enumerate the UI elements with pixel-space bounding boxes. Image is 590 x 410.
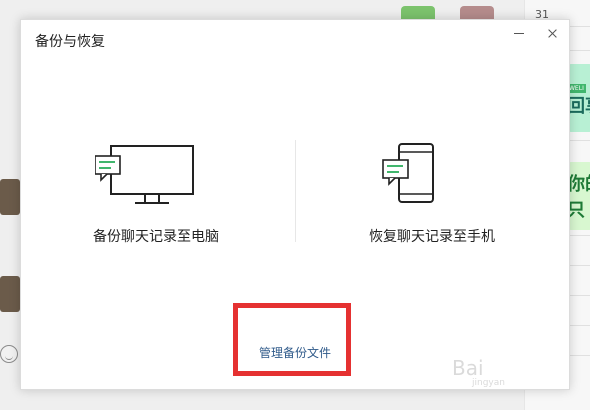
backup-to-computer-button[interactable]: 备份聊天记录至电脑 — [21, 120, 291, 260]
screen: 31 WELI 回享 你的 只 备份与恢复 — [0, 0, 590, 410]
chat-thumbnail[interactable] — [0, 276, 20, 312]
promo-text: 回享 — [567, 96, 590, 117]
restore-option-label: 恢复聊天记录至手机 — [369, 229, 495, 245]
divider — [295, 140, 296, 242]
emoji-icon[interactable] — [0, 345, 18, 363]
annotation-highlight-box — [233, 303, 351, 376]
dialog-title: 备份与恢复 — [35, 34, 105, 50]
close-icon[interactable] — [543, 24, 563, 44]
promo-banner[interactable]: 你的 只 — [567, 162, 590, 230]
monitor-chat-icon — [95, 145, 194, 204]
manage-backup-files-link[interactable]: 管理备份文件 — [259, 344, 331, 361]
minimize-icon[interactable] — [509, 24, 529, 44]
restore-to-phone-button[interactable]: 恢复聊天记录至手机 — [297, 120, 567, 260]
backup-restore-dialog: 备份与恢复 备份聊天记录至电脑 恢复聊天记录至手机 管理备份文件 — [20, 19, 570, 390]
promo-text: 你的 — [567, 174, 590, 195]
promo-banner[interactable]: WELI 回享 — [567, 64, 590, 132]
chat-thumbnail[interactable] — [0, 179, 20, 215]
phone-chat-icon — [382, 143, 434, 203]
backup-option-label: 备份聊天记录至电脑 — [93, 229, 219, 245]
